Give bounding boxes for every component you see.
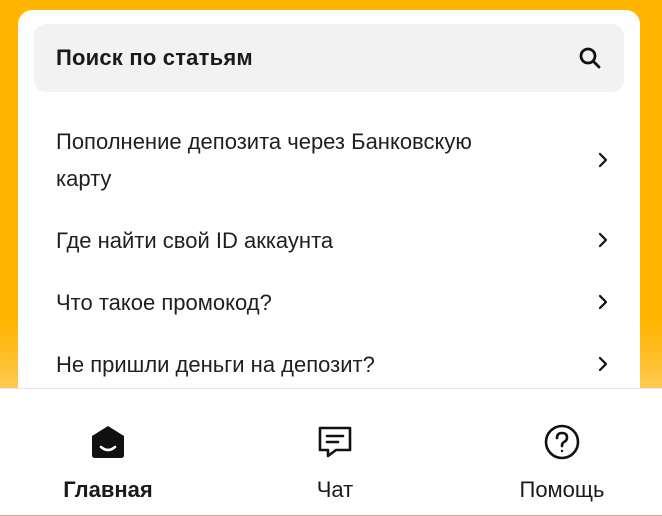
search-icon[interactable] <box>578 46 602 70</box>
nav-home-label: Главная <box>63 477 153 502</box>
article-item[interactable]: Где найти свой ID аккаунта <box>56 218 616 262</box>
chevron-right-icon <box>594 293 612 311</box>
home-icon <box>89 423 127 461</box>
article-title: Не пришли деньги на депозит? <box>56 351 375 377</box>
chevron-right-icon <box>594 231 612 249</box>
articles-card: Поиск по статьям Пополнение депозита чер… <box>18 10 640 430</box>
nav-chat[interactable]: Чат <box>245 389 425 516</box>
nav-help-label: Помощь <box>519 477 605 502</box>
article-list: Пополнение депозита через Банковскую кар… <box>56 120 616 386</box>
search-field[interactable]: Поиск по статьям <box>34 24 624 92</box>
nav-chat-label: Чат <box>316 477 354 502</box>
article-title: Что такое промокод? <box>56 289 272 315</box>
nav-home[interactable]: Главная <box>18 389 198 516</box>
article-title: Где найти свой ID аккаунта <box>56 227 334 253</box>
nav-help[interactable]: Помощь <box>472 389 652 516</box>
article-title: Пополнение депозита через Банковскую кар… <box>56 129 472 191</box>
bottom-navigation: Главная Чат Помощь <box>0 388 662 515</box>
chat-icon <box>316 423 354 461</box>
article-item[interactable]: Пополнение депозита через Банковскую кар… <box>56 120 616 200</box>
chevron-right-icon <box>594 151 612 169</box>
chevron-right-icon <box>594 355 612 373</box>
help-icon <box>543 423 581 461</box>
search-placeholder: Поиск по статьям <box>56 45 253 70</box>
article-item[interactable]: Что такое промокод? <box>56 280 616 324</box>
article-item[interactable]: Не пришли деньги на депозит? <box>56 342 616 386</box>
